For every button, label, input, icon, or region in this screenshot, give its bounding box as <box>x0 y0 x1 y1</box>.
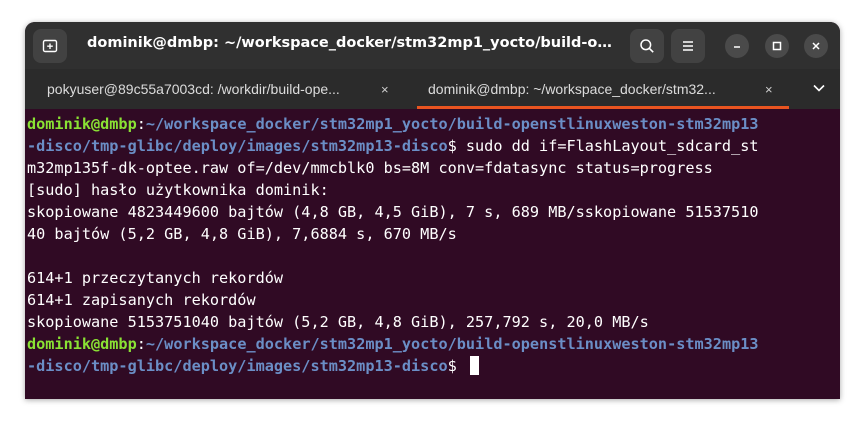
search-button[interactable] <box>630 29 664 63</box>
new-tab-button[interactable] <box>33 29 67 63</box>
terminal-output[interactable]: dominik@dmbp:~/workspace_docker/stm32mp1… <box>25 109 840 399</box>
minimize-icon <box>734 46 740 48</box>
prompt-path: -disco/tmp-glibc/deploy/images/stm32mp13… <box>27 137 448 155</box>
search-icon <box>640 39 654 53</box>
prompt-user: dominik@dmbp <box>27 115 137 133</box>
tab-bar: pokyuser@89c55a7003cd: /workdir/build-op… <box>25 69 840 109</box>
terminal-line: skopiowane 4823449600 bajtów (4,8 GB, 4,… <box>27 203 759 221</box>
prompt-path: -disco/tmp-glibc/deploy/images/stm32mp13… <box>27 357 448 375</box>
text-cursor <box>469 356 479 375</box>
prompt-user: dominik@dmbp <box>27 335 137 353</box>
maximize-icon <box>772 41 782 51</box>
window-title: dominik@dmbp: ~/workspace_docker/stm32mp… <box>87 35 617 51</box>
close-icon <box>812 42 820 50</box>
close-button[interactable] <box>804 34 828 58</box>
tab-close-icon[interactable]: × <box>765 82 773 97</box>
terminal-line: skopiowane 5153751040 bajtów (5,2 GB, 4,… <box>27 313 649 331</box>
minimize-button[interactable] <box>725 34 749 58</box>
prompt-path: ~/workspace_docker/stm32mp1_yocto/build-… <box>145 115 759 133</box>
terminal-line: -disco/tmp-glibc/deploy/images/stm32mp13… <box>27 135 840 157</box>
prompt-separator: : <box>136 335 146 353</box>
terminal-window: dominik@dmbp: ~/workspace_docker/stm32mp… <box>25 22 840 399</box>
terminal-line: dominik@dmbp:~/workspace_docker/stm32mp1… <box>27 333 840 355</box>
command-text: $ sudo dd if=FlashLayout_sdcard_st <box>447 137 759 155</box>
tab-pokyuser[interactable]: pokyuser@89c55a7003cd: /workdir/build-op… <box>47 69 407 109</box>
menu-button[interactable] <box>671 29 705 63</box>
terminal-line: dominik@dmbp:~/workspace_docker/stm32mp1… <box>27 113 840 135</box>
terminal-line: [sudo] hasło użytkownika dominik: <box>27 181 329 199</box>
new-tab-icon <box>42 39 58 53</box>
chevron-down-icon[interactable] <box>810 79 828 97</box>
prompt-separator: : <box>136 115 146 133</box>
tab-close-icon[interactable]: × <box>381 82 389 97</box>
tab-label: dominik@dmbp: ~/workspace_docker/stm32..… <box>428 81 716 97</box>
prompt-path: ~/workspace_docker/stm32mp1_yocto/build-… <box>145 335 759 353</box>
hamburger-icon <box>683 41 693 51</box>
prompt-symbol: $ <box>447 357 466 375</box>
maximize-button[interactable] <box>765 34 789 58</box>
terminal-line: 40 bajtów (5,2 GB, 4,8 GiB), 7,6884 s, 6… <box>27 225 457 243</box>
terminal-line: -disco/tmp-glibc/deploy/images/stm32mp13… <box>27 355 840 377</box>
tab-dominik[interactable]: dominik@dmbp: ~/workspace_docker/stm32..… <box>417 69 789 109</box>
tab-label: pokyuser@89c55a7003cd: /workdir/build-op… <box>47 81 340 97</box>
terminal-line: 614+1 zapisanych rekordów <box>27 291 256 309</box>
terminal-line: m32mp135f-dk-optee.raw of=/dev/mmcblk0 b… <box>27 159 713 177</box>
terminal-line: 614+1 przeczytanych rekordów <box>27 269 284 287</box>
title-bar[interactable]: dominik@dmbp: ~/workspace_docker/stm32mp… <box>25 22 840 69</box>
